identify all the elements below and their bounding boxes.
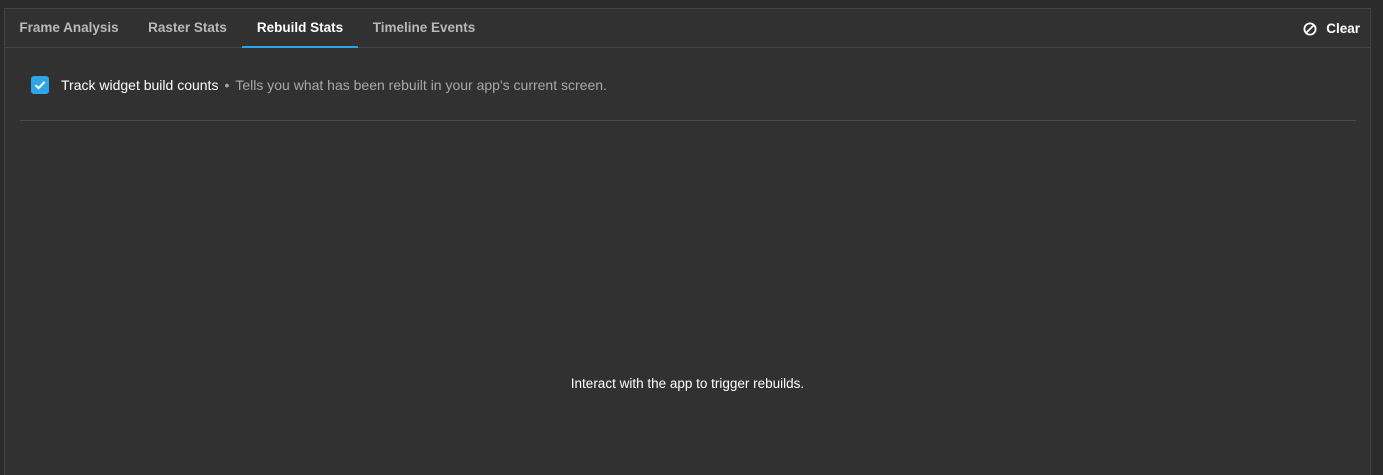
- track-widget-builds-checkbox[interactable]: [31, 76, 49, 94]
- tab-raster-stats[interactable]: Raster Stats: [133, 9, 242, 48]
- section-divider: [20, 120, 1356, 121]
- rebuild-stats-panel: Frame Analysis Raster Stats Rebuild Stat…: [4, 8, 1371, 475]
- block-icon: [1303, 22, 1317, 36]
- option-separator: •: [224, 77, 230, 93]
- clear-button[interactable]: Clear: [1303, 9, 1360, 48]
- track-widget-builds-label[interactable]: Track widget build counts: [61, 77, 218, 93]
- tab-bar: Frame Analysis Raster Stats Rebuild Stat…: [5, 9, 1370, 48]
- track-widget-builds-description: Tells you what has been rebuilt in your …: [235, 77, 607, 93]
- empty-state-message: Interact with the app to trigger rebuild…: [570, 376, 805, 391]
- tab-timeline-events[interactable]: Timeline Events: [358, 9, 490, 48]
- clear-button-label: Clear: [1326, 21, 1360, 36]
- track-widget-builds-option: Track widget build counts • Tells you wh…: [31, 75, 607, 95]
- checkmark-icon: [34, 81, 46, 90]
- tab-rebuild-stats[interactable]: Rebuild Stats: [242, 9, 358, 48]
- tab-frame-analysis[interactable]: Frame Analysis: [5, 9, 133, 48]
